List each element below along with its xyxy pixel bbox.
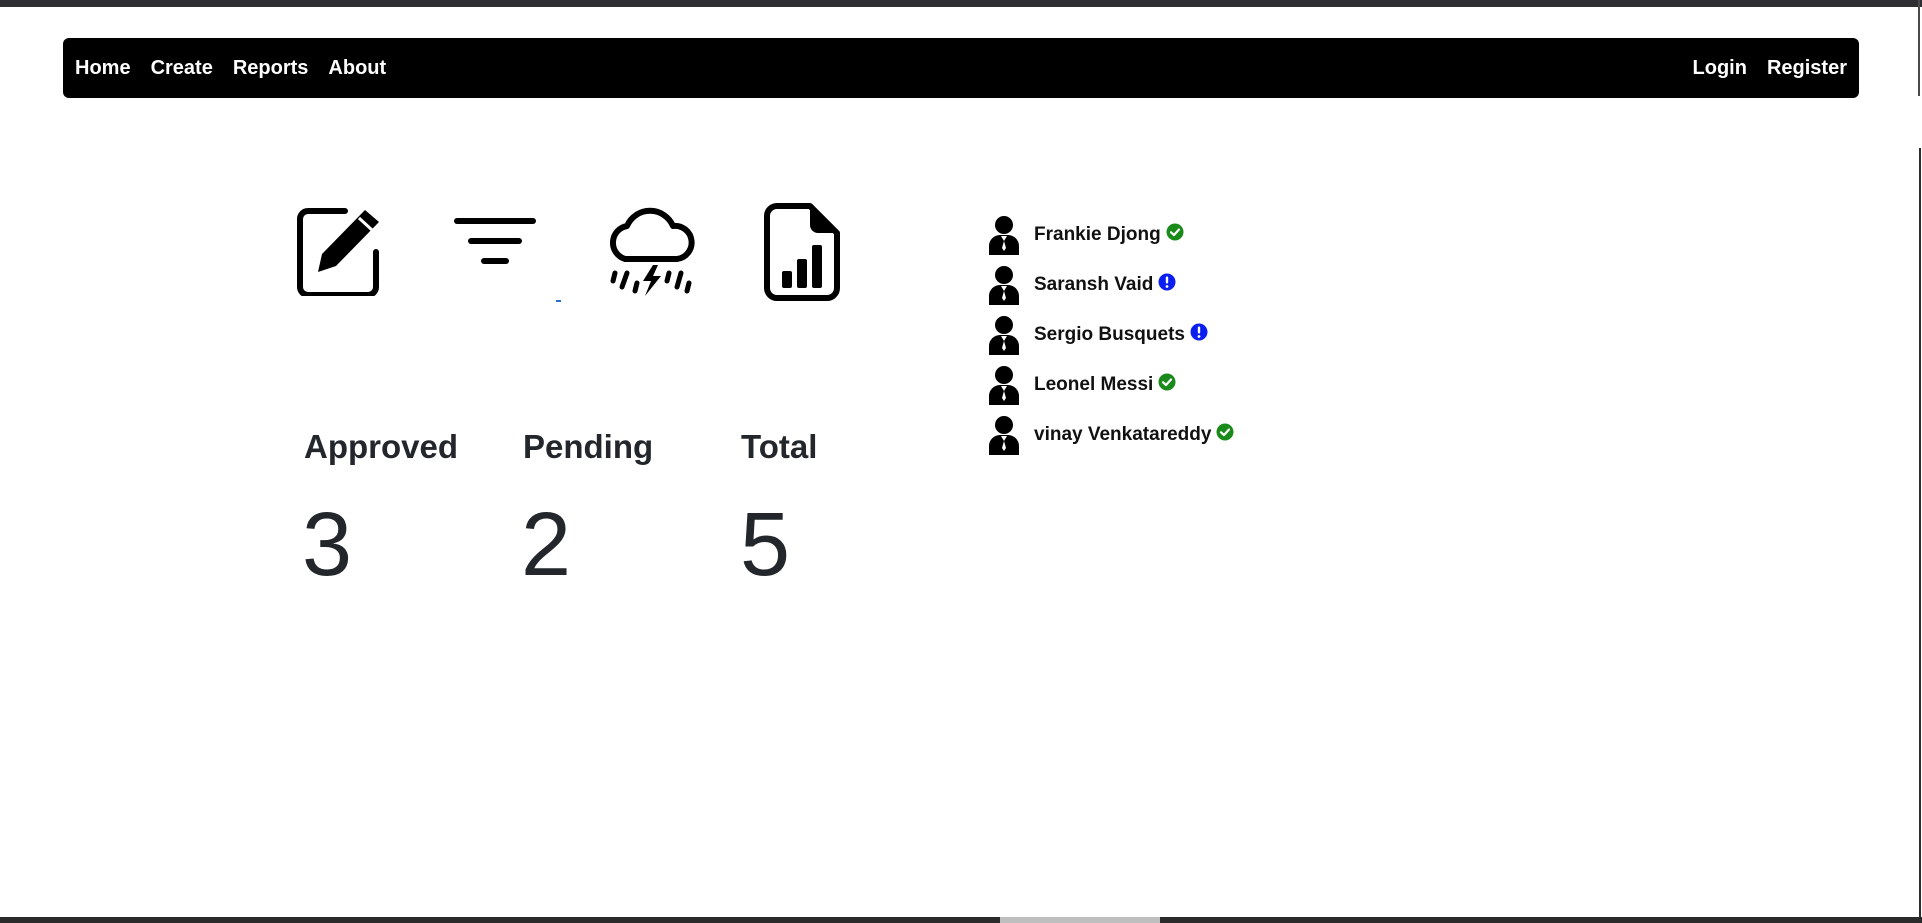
user-name: Saransh Vaid [1034,274,1154,295]
pending-label: Pending [523,428,654,465]
nav-home-link[interactable]: Home [75,57,131,80]
filter-icon [454,218,536,264]
browser-top-edge [0,0,1922,7]
user-avatar-icon [989,316,1019,355]
user-list-item[interactable]: Leonel Messi [988,365,1176,405]
nav-register-link[interactable]: Register [1767,57,1847,80]
user-name: Sergio Busquets [1034,324,1185,345]
window-right-edge [1918,0,1920,96]
user-name: Frankie Djong [1034,224,1161,245]
weather-button[interactable] [603,203,699,299]
navbar: Home Create Reports About Login Register [63,38,1859,98]
user-avatar-icon [989,416,1019,455]
total-label: Total [741,428,818,465]
filter-button[interactable] [454,216,536,268]
pending-count: 2 [521,495,572,595]
exclamation-circle-icon [1190,323,1208,341]
check-circle-icon [1216,423,1234,441]
reports-button[interactable] [764,203,840,301]
nav-about-link[interactable]: About [328,57,386,80]
user-list-item[interactable]: Frankie Djong [988,215,1184,255]
file-bar-chart-icon [764,203,840,301]
nav-right: Login Register [1693,57,1847,80]
nav-left: Home Create Reports About [75,57,386,80]
user-name: vinay Venkatareddy [1034,424,1212,445]
user-list-item[interactable]: Saransh Vaid [988,265,1176,305]
scrollbar-edge [1919,148,1921,923]
check-circle-icon [1158,373,1176,391]
user-avatar-icon [989,266,1019,305]
user-name: Leonel Messi [1034,374,1154,395]
nav-create-link[interactable]: Create [151,57,213,80]
nav-login-link[interactable]: Login [1693,57,1747,80]
edit-icon [297,208,379,296]
user-list-item[interactable]: Sergio Busquets [988,315,1208,355]
tiny-underline-link[interactable] [556,300,561,302]
nav-reports-link[interactable]: Reports [233,57,309,80]
approved-label: Approved [304,428,459,465]
check-circle-icon [1166,223,1184,241]
approved-count: 3 [302,495,353,595]
user-avatar-icon [989,216,1019,255]
total-count: 5 [740,495,791,595]
edit-button[interactable] [296,206,386,296]
cloud-lightning-rain-icon [609,207,695,296]
user-list-item[interactable]: vinay Venkatareddy [988,415,1234,455]
window-bottom-edge [0,917,1922,923]
user-avatar-icon [989,366,1019,405]
exclamation-circle-icon [1158,273,1176,291]
page: Home Create Reports About Login Register [0,0,1922,923]
